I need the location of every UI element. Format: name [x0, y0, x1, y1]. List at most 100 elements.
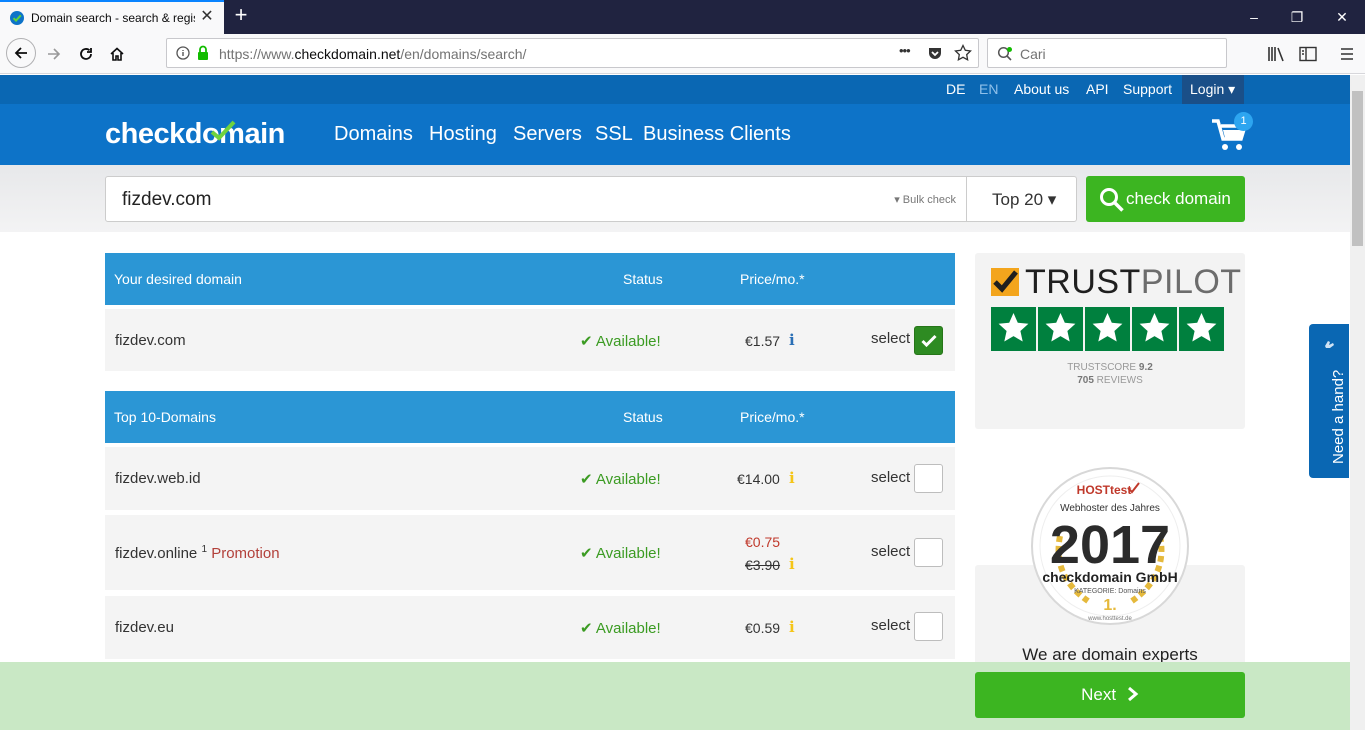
- next-label: Next: [1081, 685, 1117, 704]
- sidebar-icon[interactable]: [1299, 46, 1317, 62]
- back-button[interactable]: [6, 38, 36, 68]
- restore-button[interactable]: ❐: [1286, 6, 1308, 28]
- award-site: www.hosttest.de: [1087, 616, 1132, 622]
- checkdomain-logo[interactable]: checkdomain: [105, 118, 285, 151]
- desired-domain-row: fizdev.com ✔ Available! €1.57 i select: [105, 309, 955, 371]
- lang-de-link[interactable]: DE: [946, 81, 965, 97]
- star-icon: [991, 307, 1036, 351]
- nav-domains[interactable]: Domains: [334, 123, 413, 146]
- minimize-button[interactable]: –: [1243, 6, 1265, 28]
- domain-row: fizdev.eu ✔ Available! €0.59 i select: [105, 596, 955, 659]
- star-icon: [1038, 307, 1083, 351]
- url-bar[interactable]: https://www.checkdomain.net/en/domains/s…: [166, 38, 979, 68]
- promo-price: €0.75: [745, 534, 781, 550]
- hosttest-brand: HOSTtest: [1077, 483, 1132, 497]
- home-button[interactable]: [103, 40, 131, 68]
- close-window-button[interactable]: ✕: [1331, 6, 1353, 28]
- price-info-icon[interactable]: i: [789, 618, 795, 636]
- price-info-icon[interactable]: i: [789, 555, 795, 573]
- next-button[interactable]: Next: [975, 672, 1245, 718]
- desired-domain-header: Your desired domain Status Price/mo.*: [105, 253, 955, 305]
- top20-dropdown[interactable]: Top 20 ▾: [966, 176, 1077, 222]
- home-icon: [110, 47, 124, 61]
- award-title: Webhoster des Jahres: [1060, 503, 1160, 514]
- help-label: Need a hand?: [1330, 369, 1347, 464]
- price-column-header: Price/mo.*: [740, 409, 805, 425]
- browser-search-field[interactable]: Cari: [987, 38, 1227, 68]
- award-category: KATEGORIE: Domains: [1074, 588, 1146, 595]
- help-side-tab[interactable]: Need a hand?: [1309, 324, 1349, 478]
- pocket-icon[interactable]: [927, 45, 943, 61]
- lock-icon: [198, 45, 208, 60]
- availability-status: ✔ Available!: [580, 333, 661, 350]
- domain-row: fizdev.online 1 Promotion ✔ Available! €…: [105, 515, 955, 590]
- star-icon: [1085, 307, 1130, 351]
- domain-name: fizdev.online 1 Promotion: [115, 544, 280, 562]
- select-label: select: [871, 617, 911, 634]
- support-link[interactable]: Support: [1123, 81, 1172, 97]
- browser-tab[interactable]: Domain search - search & regis ✕: [0, 0, 224, 34]
- top10-header: Top 10-Domains Status Price/mo.*: [105, 391, 955, 443]
- review-count: 705 REVIEWS: [1077, 375, 1143, 386]
- hamburger-menu-icon[interactable]: [1339, 46, 1355, 62]
- reload-icon: [80, 48, 92, 60]
- browser-toolbar: https://www.checkdomain.net/en/domains/s…: [0, 34, 1365, 74]
- price-info-icon[interactable]: i: [789, 331, 795, 349]
- page-actions-icon[interactable]: •••: [899, 43, 911, 58]
- domain-search-band: fizdev.com ▾ Bulk check Top 20 ▾ check d…: [0, 165, 1350, 232]
- scrollbar-thumb[interactable]: [1352, 91, 1363, 246]
- select-checkbox[interactable]: [914, 538, 943, 567]
- bulk-check-toggle[interactable]: ▾ Bulk check: [894, 193, 956, 206]
- page-scrollbar[interactable]: [1350, 75, 1365, 730]
- nav-ssl[interactable]: SSL: [595, 123, 633, 146]
- hosttest-award-badge: HOSTtest Webhoster des Jahres 2017 check…: [1031, 467, 1189, 625]
- nav-servers[interactable]: Servers: [513, 123, 582, 146]
- price-info-icon[interactable]: i: [789, 469, 795, 487]
- tab-close-icon[interactable]: ✕: [198, 8, 216, 26]
- star-icon: [1179, 307, 1224, 351]
- login-label: Login ▾: [1190, 81, 1236, 97]
- domain-price: €0.59: [745, 620, 781, 636]
- select-checkbox-checked[interactable]: [914, 326, 943, 355]
- chevron-right-icon: [1127, 686, 1139, 702]
- info-circle-icon[interactable]: [176, 46, 190, 60]
- library-icon[interactable]: [1267, 46, 1285, 62]
- forward-button[interactable]: [40, 40, 68, 68]
- desired-domain-title: Your desired domain: [114, 271, 242, 287]
- checkdomain-favicon-icon: [10, 11, 24, 25]
- new-tab-button[interactable]: +: [230, 4, 252, 27]
- domain-name: fizdev.web.id: [115, 470, 201, 487]
- tab-title: Domain search - search & regis: [31, 11, 195, 25]
- checkout-footer-band: Next: [0, 662, 1350, 730]
- top10-title: Top 10-Domains: [114, 409, 216, 425]
- domain-row: fizdev.web.id ✔ Available! €14.00 i sele…: [105, 447, 955, 510]
- about-us-link[interactable]: About us: [1014, 81, 1069, 97]
- checkmark-icon: [921, 334, 937, 348]
- magnifier-icon: [1100, 188, 1124, 212]
- price-column-header: Price/mo.*: [740, 271, 805, 287]
- bookmark-star-icon[interactable]: [954, 44, 972, 62]
- nav-hosting[interactable]: Hosting: [429, 123, 497, 146]
- check-domain-button[interactable]: check domain: [1086, 176, 1245, 222]
- select-checkbox[interactable]: [914, 612, 943, 641]
- select-checkbox[interactable]: [914, 464, 943, 493]
- star-icon: [1132, 307, 1177, 351]
- forward-arrow-icon: [48, 48, 61, 60]
- trustpilot-widget[interactable]: TRUSTPILOT TRUSTSCORE 9.2 705 REVIEWS: [975, 253, 1245, 429]
- reload-button[interactable]: [72, 40, 100, 68]
- nav-business-clients[interactable]: Business Clients: [643, 123, 791, 146]
- domain-search-input[interactable]: fizdev.com ▾ Bulk check: [105, 176, 967, 222]
- domain-price: €14.00: [737, 471, 780, 487]
- api-link[interactable]: API: [1086, 81, 1109, 97]
- availability-status: ✔ Available!: [580, 620, 661, 637]
- url-text: https://www.checkdomain.net/en/domains/s…: [219, 46, 527, 62]
- search-icon: [997, 46, 1012, 61]
- site-top-bar: DE EN About us API Support Login ▾: [0, 75, 1350, 104]
- domain-name: fizdev.com: [115, 332, 186, 349]
- lang-en-link[interactable]: EN: [979, 81, 998, 97]
- hand-wave-icon: [1325, 341, 1334, 348]
- award-year: 2017: [1050, 515, 1170, 575]
- login-button[interactable]: Login ▾: [1182, 75, 1244, 104]
- availability-status: ✔ Available!: [580, 545, 661, 562]
- status-column-header: Status: [623, 409, 663, 425]
